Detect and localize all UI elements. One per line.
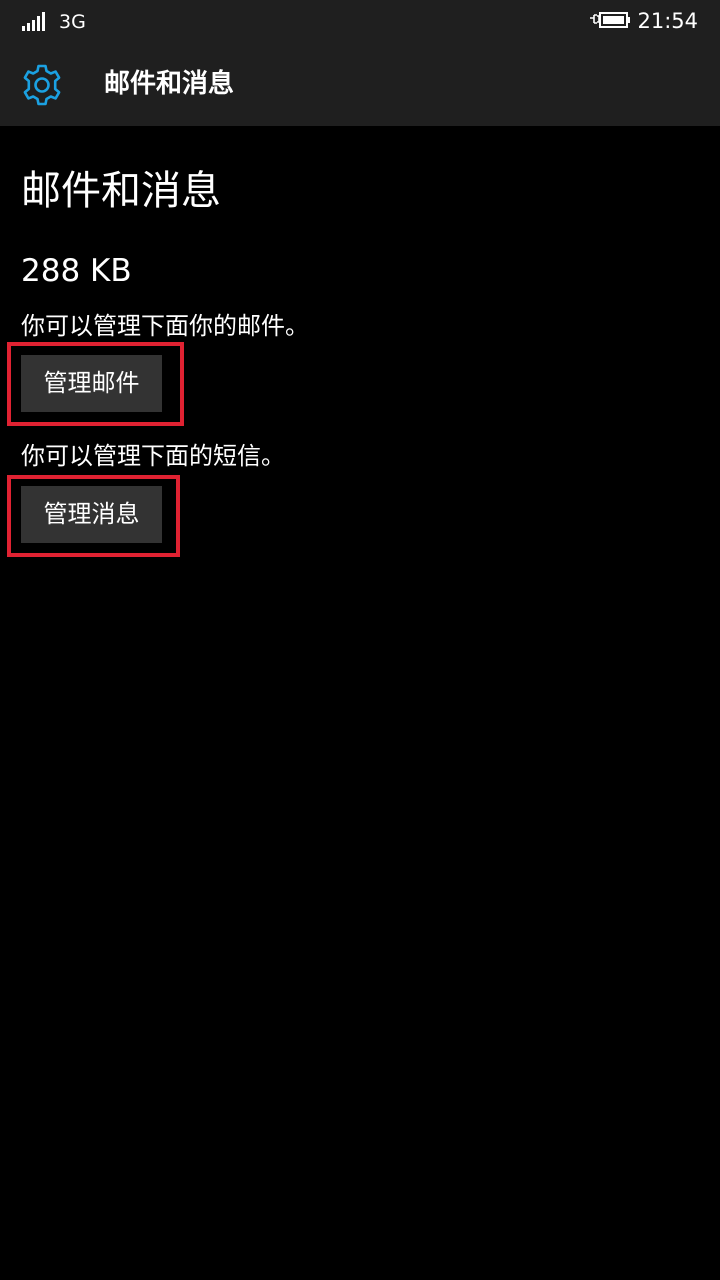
storage-size: 288 KB bbox=[21, 253, 132, 289]
manage-messages-button[interactable]: 管理消息 bbox=[21, 486, 162, 543]
sms-description: 你可以管理下面的短信。 bbox=[21, 442, 285, 470]
network-type: 3G bbox=[59, 11, 86, 33]
battery-charging-icon bbox=[590, 12, 630, 28]
manage-mail-button[interactable]: 管理邮件 bbox=[21, 355, 162, 412]
signal-strength-icon bbox=[22, 12, 45, 31]
page-title: 邮件和消息 bbox=[21, 168, 221, 214]
gear-icon bbox=[23, 64, 61, 106]
status-bar: 3G 21:54 bbox=[0, 0, 720, 44]
app-header: 邮件和消息 bbox=[0, 44, 720, 126]
mail-description: 你可以管理下面你的邮件。 bbox=[21, 312, 309, 340]
clock: 21:54 bbox=[637, 9, 698, 33]
header-title: 邮件和消息 bbox=[104, 69, 235, 99]
